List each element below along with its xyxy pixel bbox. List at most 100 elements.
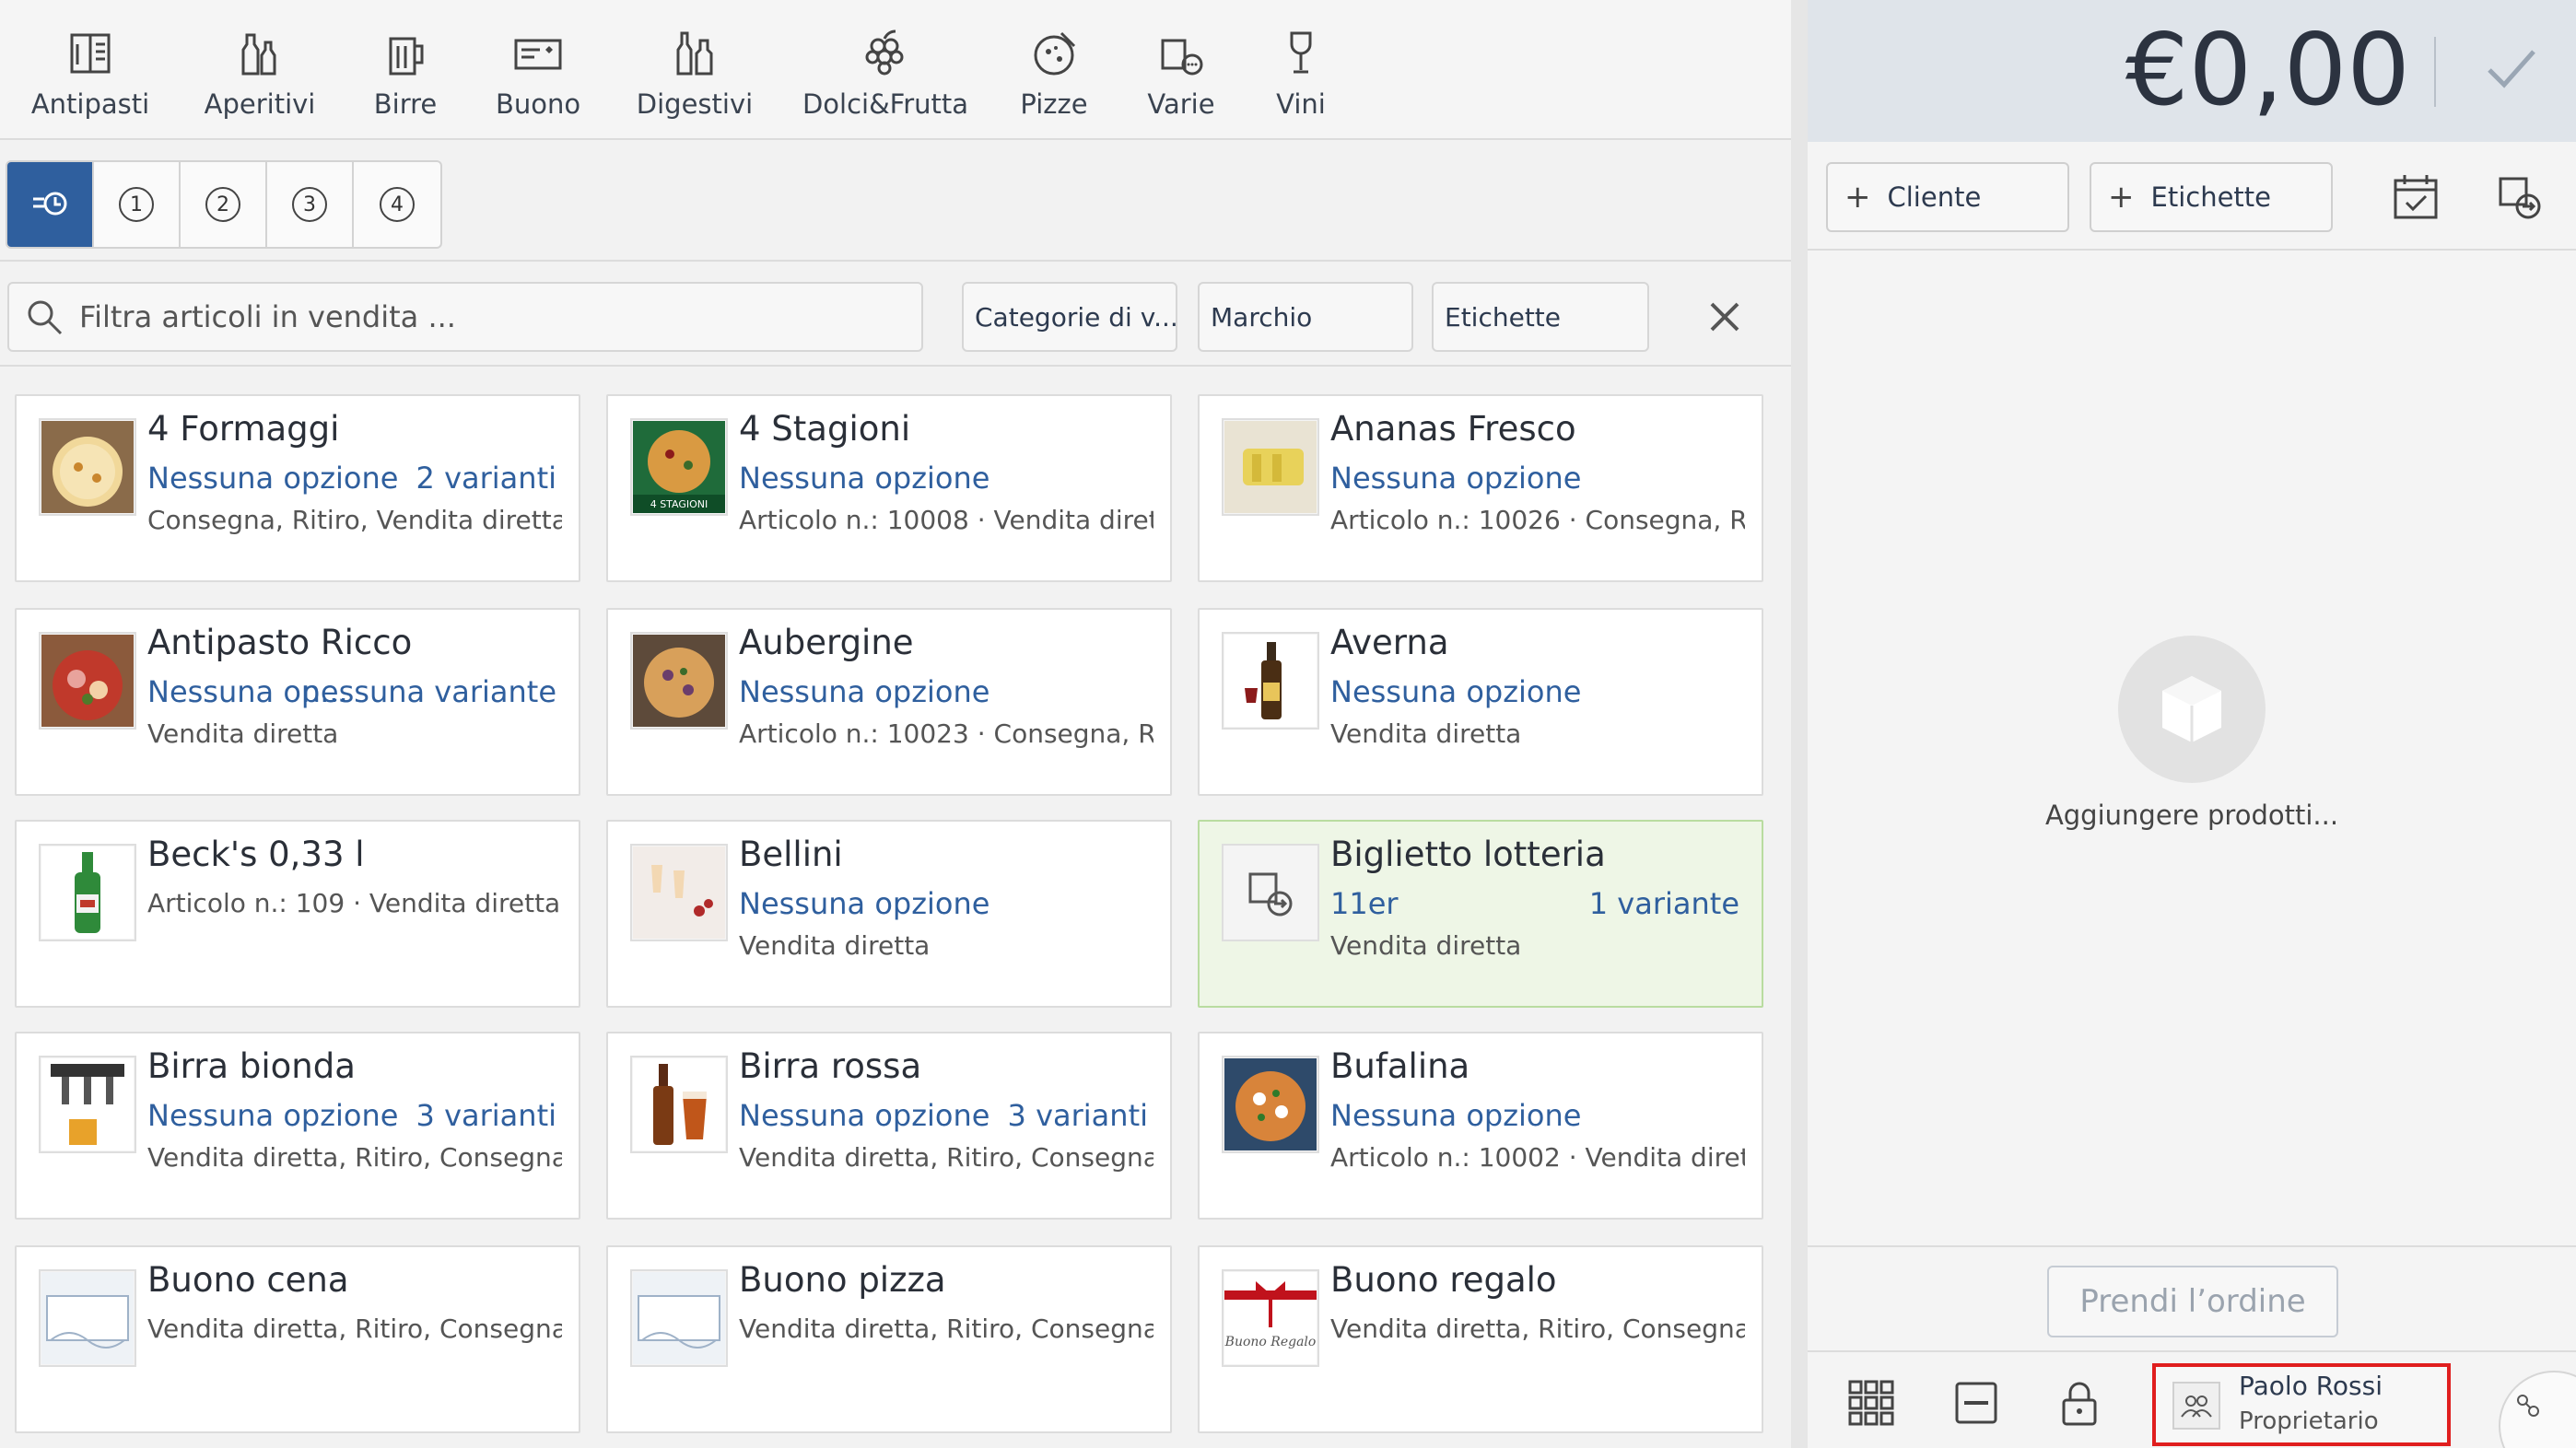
product-thumbnail: 4 STAGIONI [630, 418, 728, 516]
product-card[interactable]: Buono Regalo Buono regalo Vendita diretta,… [1198, 1245, 1763, 1433]
category-digestivi[interactable]: Digestivi [637, 24, 753, 125]
category-vini[interactable]: Vini [1271, 24, 1330, 125]
transfer-icon[interactable] [2493, 171, 2545, 223]
product-card[interactable]: Beck's 0,33 l Articolo n.: 109 · Vendita … [15, 820, 580, 1008]
product-thumbnail [39, 1056, 136, 1153]
bottom-bar: Paolo Rossi Proprietario [1808, 1350, 2576, 1448]
product-title: Buono pizza [739, 1260, 946, 1300]
category-dolci-frutta[interactable]: Dolci&Frutta [802, 24, 968, 125]
tab-course-3[interactable]: 3 [267, 162, 354, 247]
product-card[interactable]: Birra rossa Nessuna opzione 3 varianti Vend… [606, 1032, 1172, 1220]
product-thumbnail [630, 1056, 728, 1153]
category-label: Digestivi [636, 88, 754, 120]
take-order-button[interactable]: Prendi l’ordine [2047, 1266, 2338, 1337]
product-meta: Vendita diretta [739, 930, 931, 961]
product-meta: Articolo n.: 10002 · Vendita dirett... [1330, 1142, 1745, 1173]
product-thumbnail [630, 844, 728, 941]
empty-cart: Aggiungere prodotti... [1808, 636, 2576, 831]
product-title: Aubergine [739, 623, 914, 662]
quick-action-button[interactable] [2499, 1371, 2576, 1448]
tab-number: 4 [380, 187, 415, 222]
pos-app: Antipasti Aperitivi Birre Buono Digestiv… [0, 0, 2576, 1448]
category-pizze[interactable]: Pizze [1019, 24, 1089, 125]
calendar-check-icon[interactable] [2390, 171, 2441, 223]
product-card[interactable]: Birra bionda Nessuna opzione 3 varianti Ven… [15, 1032, 580, 1220]
search-input[interactable] [79, 299, 908, 334]
product-meta: Consegna, Ritiro, Vendita diretta [147, 505, 562, 535]
product-card[interactable]: Buono cena Vendita diretta, Ritiro, Conse… [15, 1245, 580, 1433]
list-clock-icon [33, 192, 67, 216]
category-buono[interactable]: Buono [495, 24, 581, 125]
product-variants: 1 variante [1588, 886, 1739, 921]
product-meta: Vendita diretta, Ritiro, Consegna [739, 1314, 1153, 1344]
product-card[interactable]: Aubergine Nessuna opzione Articolo n.: 100… [606, 608, 1172, 796]
link-icon [2517, 1395, 2539, 1417]
product-title: Beck's 0,33 l [147, 835, 365, 874]
users-icon [2172, 1382, 2220, 1430]
product-card[interactable]: Bufalina Nessuna opzione Articolo n.: 1000… [1198, 1032, 1763, 1220]
search-icon [28, 300, 63, 335]
category-label: Vini [1276, 88, 1326, 120]
category-bar: Antipasti Aperitivi Birre Buono Digestiv… [0, 0, 1791, 140]
product-thumbnail [630, 1269, 728, 1367]
close-icon[interactable] [1704, 297, 1745, 337]
product-thumbnail [39, 632, 136, 730]
product-option: Nessuna opzione [739, 461, 990, 496]
category-varie[interactable]: Varie [1146, 24, 1216, 125]
tab-course-2[interactable]: 2 [181, 162, 267, 247]
tags-filter-button[interactable]: Etichette [1432, 282, 1649, 352]
product-card[interactable]: 4 STAGIONI 4 Stagioni Nessuna opzione Artic… [606, 394, 1172, 582]
product-title: Buono cena [147, 1260, 349, 1300]
product-variants: 3 varianti [416, 1098, 556, 1133]
product-meta: Vendita diretta [1330, 930, 1522, 961]
voucher-icon [514, 39, 562, 70]
product-title: Ananas Fresco [1330, 409, 1576, 449]
product-thumbnail [630, 632, 728, 730]
grid-icon[interactable] [1846, 1378, 1896, 1428]
minus-box-icon[interactable] [1951, 1378, 2001, 1428]
category-label: Buono [495, 88, 581, 120]
product-card[interactable]: Ananas Fresco Nessuna opzione Articolo n.:… [1198, 394, 1763, 582]
brand-filter-button[interactable]: Marchio [1198, 282, 1413, 352]
tab-number: 2 [205, 187, 240, 222]
product-card[interactable]: Buono pizza Vendita diretta, Ritiro, Cons… [606, 1245, 1172, 1433]
product-option: Nessuna opzione [739, 886, 990, 921]
add-customer-button[interactable]: + Cliente [1826, 162, 2069, 232]
product-option: Nessuna opzione [1330, 461, 1582, 496]
empty-cart-text: Aggiungere prodotti... [2044, 800, 2339, 831]
product-card[interactable]: Biglietto lotteria 11er 1 variante Vendita … [1198, 820, 1763, 1008]
category-antipasti[interactable]: Antipasti [31, 24, 149, 125]
product-title: Birra bionda [147, 1046, 356, 1086]
product-option: Nessuna opzione [147, 461, 399, 496]
category-label: Varie [1147, 88, 1215, 120]
tab-all-courses[interactable] [7, 162, 94, 247]
product-title: Bufalina [1330, 1046, 1470, 1086]
product-meta: Vendita diretta [147, 718, 339, 749]
product-thumbnail [39, 418, 136, 516]
course-tabs: 1 2 3 4 [6, 160, 442, 249]
tab-course-4[interactable]: 4 [354, 162, 440, 247]
category-label: Birre [373, 88, 438, 120]
category-birre[interactable]: Birre [370, 24, 440, 125]
product-variants: 3 varianti [1007, 1098, 1148, 1133]
product-card[interactable]: Bellini Nessuna opzione Vendita diretta [606, 820, 1172, 1008]
category-label: Antipasti [30, 88, 150, 120]
user-switch-button[interactable]: Paolo Rossi Proprietario [2152, 1363, 2451, 1446]
checkmark-icon[interactable] [2480, 37, 2543, 99]
product-thumbnail [39, 844, 136, 941]
product-card[interactable]: Averna Nessuna opzione Vendita diretta [1198, 608, 1763, 796]
product-title: Antipasto Ricco [147, 623, 413, 662]
product-title: Biglietto lotteria [1330, 835, 1606, 874]
product-option: Nessuna opzione [1330, 674, 1582, 709]
product-card[interactable]: Antipasto Ricco Nessuna op... nessuna vari… [15, 608, 580, 796]
categories-filter-button[interactable]: Categorie di v... [962, 282, 1177, 352]
add-tags-button[interactable]: + Etichette [2090, 162, 2333, 232]
tab-course-1[interactable]: 1 [94, 162, 181, 247]
search-box[interactable] [7, 282, 923, 352]
product-thumbnail [1222, 844, 1319, 941]
lock-icon[interactable] [2055, 1378, 2104, 1428]
product-title: 4 Formaggi [147, 409, 340, 449]
product-card[interactable]: 4 Formaggi Nessuna opzione 2 varianti Conse… [15, 394, 580, 582]
product-option: Nessuna opzione [739, 1098, 990, 1133]
category-aperitivi[interactable]: Aperitivi [205, 24, 315, 125]
